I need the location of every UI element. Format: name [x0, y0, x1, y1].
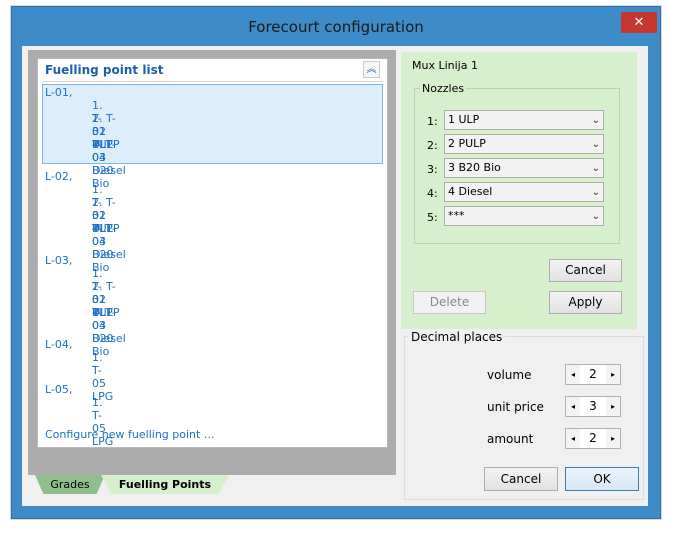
chevron-down-icon: ⌄: [591, 211, 600, 222]
nozzle-3-select[interactable]: 3 B20 Bio ⌄: [444, 158, 604, 178]
unit-price-label: unit price: [487, 400, 544, 414]
nozzle-2-select[interactable]: 2 PULP ⌄: [444, 134, 604, 154]
configure-new-fuelling-point-link[interactable]: Configure new fuelling point ...: [45, 428, 214, 441]
increment-icon[interactable]: ▸: [606, 429, 620, 448]
window-title: Forecourt configuration: [248, 18, 424, 36]
fuelling-point-list-header: Fuelling point list ︽: [38, 59, 387, 81]
volume-stepper[interactable]: ◂ 2 ▸: [565, 364, 621, 385]
title-bar[interactable]: Forecourt configuration ✕: [11, 6, 661, 46]
unit-price-stepper[interactable]: ◂ 3 ▸: [565, 396, 621, 417]
mux-title: Mux Linija 1: [412, 59, 478, 72]
nozzle-5-label: 5:: [427, 211, 438, 224]
close-icon: ✕: [633, 15, 645, 30]
fuelling-point-list-title: Fuelling point list: [45, 63, 164, 77]
list-item: 4. T-04 Diesel: [92, 306, 126, 345]
increment-icon[interactable]: ▸: [606, 397, 620, 416]
nozzle-1-value: 1 ULP: [448, 113, 480, 126]
nozzle-4-value: 4 Diesel: [448, 185, 493, 198]
list-item: 4. T-04 Diesel: [92, 138, 126, 177]
decimal-places-label: Decimal places: [408, 330, 506, 344]
close-button[interactable]: ✕: [621, 12, 657, 33]
list-item: 4. T-04 Diesel: [92, 222, 126, 261]
nozzle-3-label: 3:: [427, 163, 438, 176]
header-divider: [42, 81, 383, 82]
nozzle-1-select[interactable]: 1 ULP ⌄: [444, 110, 604, 130]
fuelling-point-label: L-01,: [45, 86, 73, 99]
decrement-icon[interactable]: ◂: [566, 397, 580, 416]
fuelling-point-list-panel: Fuelling point list ︽ L-01, 1. T-01 ULP …: [37, 58, 388, 448]
amount-label: amount: [487, 432, 534, 446]
nozzle-5-value: ***: [448, 209, 465, 222]
chevron-down-icon: ⌄: [591, 163, 600, 174]
nozzle-2-label: 2:: [427, 139, 438, 152]
nozzle-5-select[interactable]: *** ⌄: [444, 206, 604, 226]
nozzle-2-value: 2 PULP: [448, 137, 486, 150]
nozzle-3-value: 3 B20 Bio: [448, 161, 501, 174]
volume-label: volume: [487, 368, 532, 382]
chevron-down-icon: ⌄: [591, 187, 600, 198]
nozzle-1-label: 1:: [427, 115, 438, 128]
ok-button[interactable]: OK: [565, 467, 639, 491]
nozzles-label: Nozzles: [420, 82, 467, 95]
fuelling-point-label: L-05,: [45, 383, 73, 396]
mux-panel: Mux Linija 1 Nozzles 1: 1 ULP ⌄ 2: 2 PULP…: [401, 52, 637, 329]
apply-button[interactable]: Apply: [549, 291, 622, 314]
fuelling-point-label: L-04,: [45, 338, 73, 351]
chevron-down-icon: ⌄: [591, 115, 600, 126]
unit-price-value: 3: [589, 399, 597, 413]
volume-value: 2: [589, 367, 597, 381]
decrement-icon[interactable]: ◂: [566, 365, 580, 384]
amount-stepper[interactable]: ◂ 2 ▸: [565, 428, 621, 449]
fuelling-point-label: L-03,: [45, 254, 73, 267]
cancel-button[interactable]: Cancel: [484, 467, 558, 491]
tab-fuelling-points[interactable]: Fuelling Points: [101, 475, 229, 494]
nozzles-cancel-button[interactable]: Cancel: [549, 259, 622, 282]
fuelling-point-label: L-02,: [45, 170, 73, 183]
collapse-icon[interactable]: ︽: [363, 61, 380, 78]
nozzle-4-label: 4:: [427, 187, 438, 200]
chevron-down-icon: ⌄: [591, 139, 600, 150]
increment-icon[interactable]: ▸: [606, 365, 620, 384]
decrement-icon[interactable]: ◂: [566, 429, 580, 448]
nozzle-4-select[interactable]: 4 Diesel ⌄: [444, 182, 604, 202]
delete-button[interactable]: Delete: [413, 291, 486, 314]
amount-value: 2: [589, 431, 597, 445]
tab-grades[interactable]: Grades: [35, 475, 105, 494]
